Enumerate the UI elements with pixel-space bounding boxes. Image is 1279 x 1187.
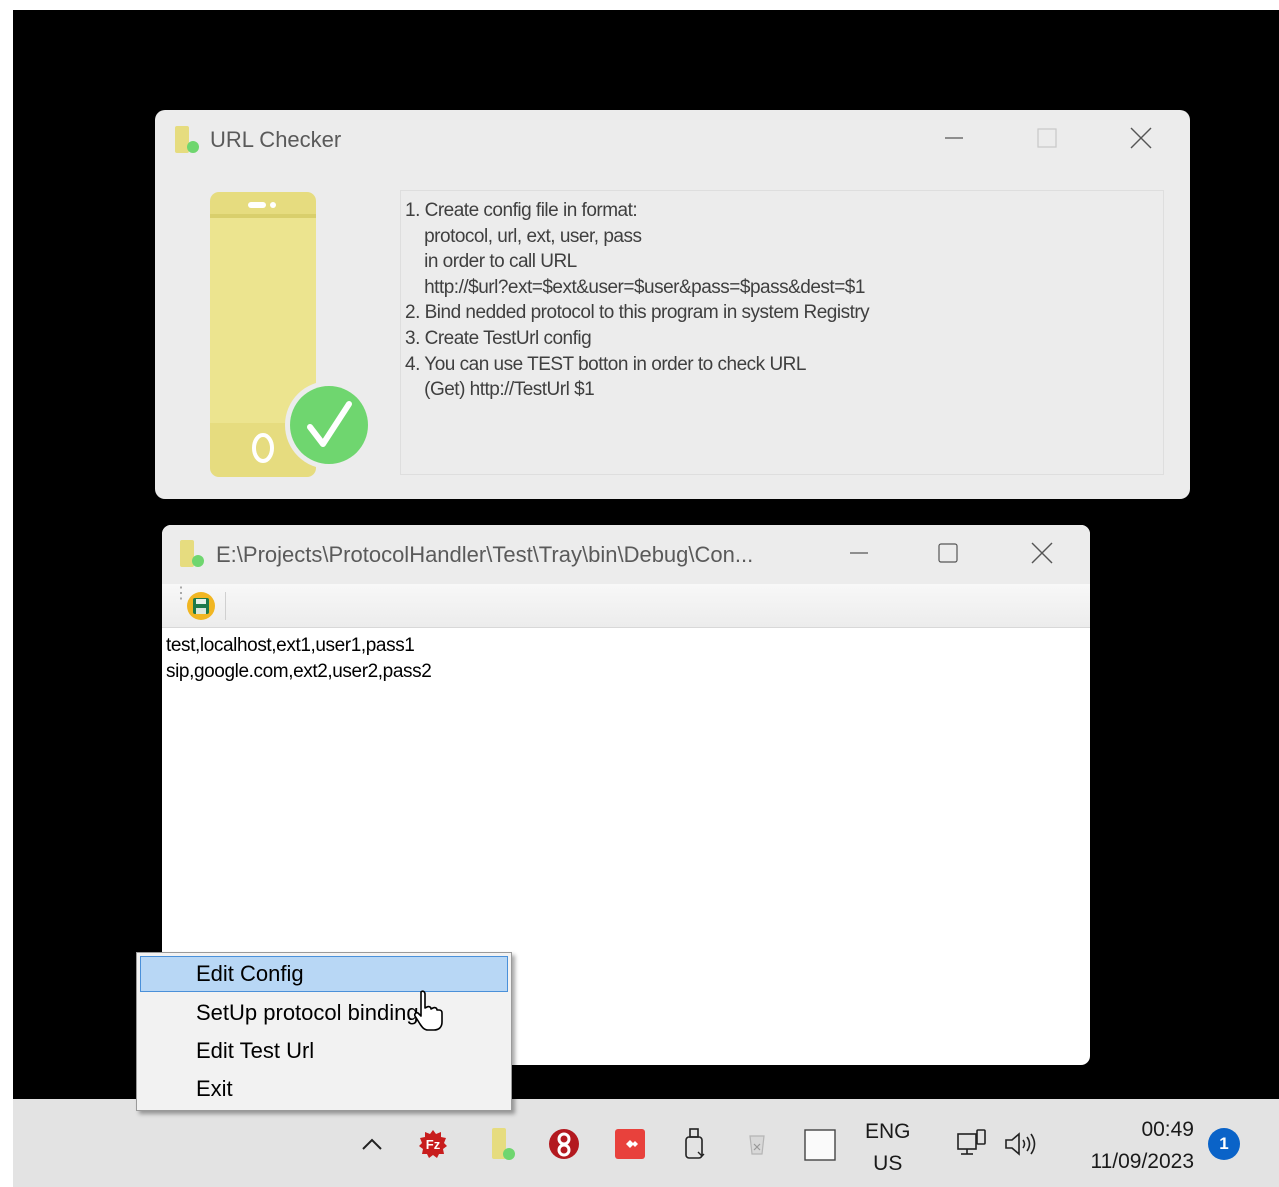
save-button[interactable]	[185, 590, 217, 622]
toolbar: ⋮	[162, 584, 1090, 628]
minimize-icon	[850, 552, 868, 554]
tray-app-icon[interactable]	[547, 1127, 581, 1161]
blank-tray-icon[interactable]	[803, 1128, 837, 1162]
app-phone-icon	[173, 125, 203, 160]
svg-text:Fz: Fz	[426, 1137, 441, 1152]
menu-item-setup-protocol-binding[interactable]: SetUp protocol binding	[140, 995, 508, 1031]
save-icon	[187, 592, 215, 620]
instruction-line: in order to call URL	[405, 251, 577, 273]
volume-tray-icon[interactable]	[1001, 1128, 1041, 1160]
config-textarea[interactable]: test,localhost,ext1,user1,pass1 sip,goog…	[166, 633, 432, 684]
cup-icon	[749, 1135, 765, 1155]
url-checker-tray-icon[interactable]	[485, 1126, 519, 1162]
app-phone-icon	[492, 1128, 515, 1160]
url-checker-window: URL Checker 1. Create config file in for…	[155, 110, 1190, 499]
config-line: test,localhost,ext1,user1,pass1	[166, 635, 415, 656]
instructions-textbox[interactable]: 1. Create config file in format: protoco…	[400, 190, 1164, 475]
red-circle-icon	[549, 1129, 579, 1159]
tray-context-menu: Edit Config SetUp protocol binding Edit …	[136, 952, 512, 1111]
instruction-line: http://$url?ext=$ext&user=$user&pass=$pa…	[405, 276, 865, 298]
instruction-line: (Get) http://TestUrl $1	[405, 379, 595, 401]
network-icon	[957, 1129, 986, 1155]
notification-badge[interactable]: 1	[1208, 1128, 1240, 1160]
lang-code: ENG	[865, 1120, 911, 1143]
window-title: URL Checker	[210, 127, 342, 152]
maximize-icon	[1037, 128, 1057, 148]
usb-drive-icon	[685, 1128, 705, 1159]
lang-region: US	[873, 1152, 903, 1175]
clock-date: 11/09/2023	[1090, 1150, 1194, 1173]
clock-time: 00:49	[1141, 1118, 1194, 1141]
minimize-button[interactable]	[931, 122, 977, 154]
app-phone-icon	[178, 539, 208, 574]
tray-app-icon-faded[interactable]	[743, 1129, 771, 1161]
close-button[interactable]	[1019, 537, 1065, 569]
close-icon	[1031, 542, 1053, 564]
menu-item-edit-test-url[interactable]: Edit Test Url	[140, 1033, 508, 1069]
instruction-line: 3. Create TestUrl config	[405, 327, 592, 349]
filezilla-icon: Fz	[419, 1130, 447, 1158]
empty-square-icon	[804, 1129, 836, 1161]
speaker-icon	[1005, 1132, 1036, 1156]
toolbar-separator	[225, 592, 226, 620]
minimize-button[interactable]	[836, 537, 882, 569]
maximize-icon	[938, 543, 958, 563]
phone-check-illustration	[203, 192, 373, 482]
instruction-line: 2. Bind nedded protocol to this program …	[405, 302, 870, 324]
taskbar: Fz ENG US 00:49 11/09/2023 1	[13, 1099, 1279, 1187]
menu-item-exit[interactable]: Exit	[140, 1071, 508, 1107]
filezilla-tray-icon[interactable]: Fz	[417, 1128, 449, 1160]
maximize-button[interactable]	[925, 537, 971, 569]
hand-pointer-cursor-icon	[413, 990, 447, 1037]
network-tray-icon[interactable]	[955, 1128, 989, 1160]
close-button[interactable]	[1118, 122, 1164, 154]
instruction-line: 4. You can use TEST botton in order to c…	[405, 353, 806, 375]
system-clock[interactable]: 00:49 11/09/2023	[1090, 1114, 1194, 1178]
show-hidden-icons-button[interactable]	[357, 1129, 387, 1159]
maximize-button[interactable]	[1024, 122, 1070, 154]
instruction-line: 1. Create config file in format:	[405, 200, 638, 221]
config-line: sip,google.com,ext2,user2,pass2	[166, 660, 432, 682]
menu-item-edit-config[interactable]: Edit Config	[140, 956, 508, 992]
close-icon	[1130, 127, 1152, 149]
window-title: E:\Projects\ProtocolHandler\Test\Tray\bi…	[216, 542, 754, 567]
instruction-line: protocol, url, ext, user, pass	[405, 225, 642, 247]
input-language-indicator[interactable]: ENG US	[865, 1116, 911, 1180]
chevron-up-icon	[362, 1138, 382, 1150]
anydesk-tray-icon[interactable]	[614, 1128, 646, 1160]
minimize-icon	[945, 137, 963, 139]
usb-tray-icon[interactable]	[679, 1127, 709, 1161]
anydesk-icon	[615, 1129, 645, 1159]
title-bar[interactable]: E:\Projects\ProtocolHandler\Test\Tray\bi…	[162, 525, 1090, 584]
